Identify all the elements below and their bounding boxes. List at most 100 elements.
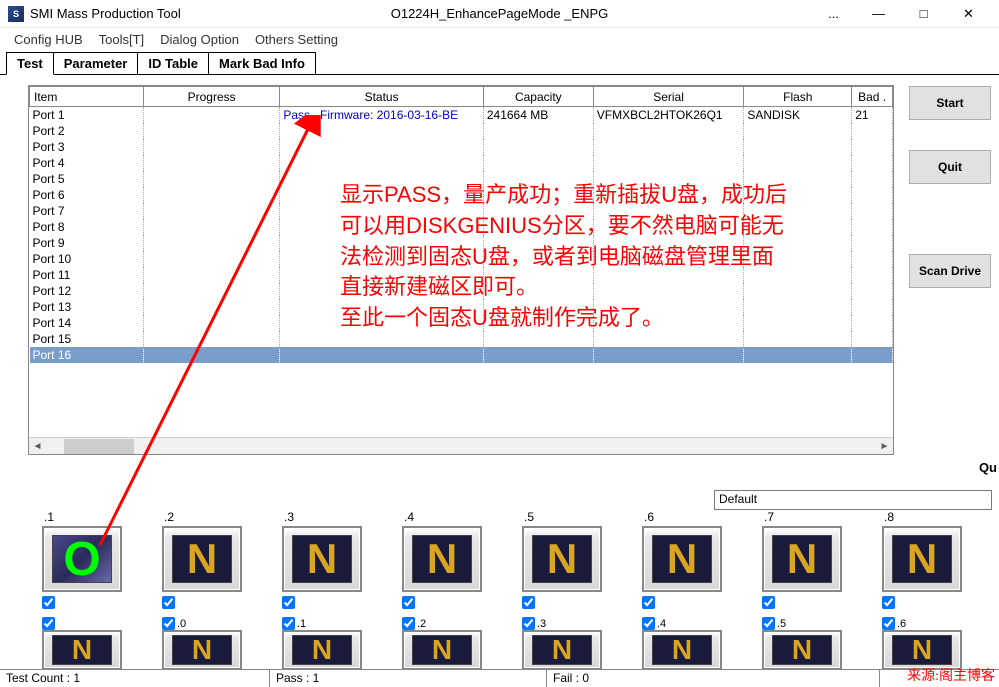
slot-checkbox[interactable]	[162, 617, 175, 630]
port-slot[interactable]: .1O	[42, 510, 138, 609]
col-progress[interactable]: Progress	[143, 87, 279, 107]
slot-panel[interactable]: N	[642, 526, 722, 592]
slot-letter: N	[912, 634, 932, 666]
cell-bad	[852, 139, 893, 155]
cell-item: Port 13	[30, 299, 144, 315]
dots-button[interactable]: ...	[811, 0, 856, 28]
slot-panel[interactable]: O	[42, 526, 122, 592]
slot-checkbox[interactable]	[762, 596, 775, 609]
slot-panel[interactable]: N	[522, 526, 602, 592]
port-slot[interactable]: .4N	[402, 510, 498, 609]
tab-mark-bad-info[interactable]: Mark Bad Info	[209, 52, 316, 74]
slot-checkbox[interactable]	[402, 596, 415, 609]
slot-checkbox[interactable]	[402, 617, 415, 630]
slot-panel[interactable]: N	[882, 630, 962, 670]
slot-checkbox-row	[522, 596, 537, 609]
menu-tools[interactable]: Tools[T]	[91, 32, 153, 47]
scroll-right-icon[interactable]: ►	[876, 438, 893, 455]
slot-checkbox[interactable]	[282, 596, 295, 609]
slot-panel[interactable]: N	[282, 630, 362, 670]
slot-panel[interactable]: N	[282, 526, 362, 592]
tab-test[interactable]: Test	[6, 52, 54, 75]
slot-panel[interactable]: N	[402, 630, 482, 670]
maximize-button[interactable]: □	[901, 0, 946, 28]
col-status[interactable]: Status	[280, 87, 484, 107]
slot-panel[interactable]: N	[642, 630, 722, 670]
col-serial[interactable]: Serial	[593, 87, 744, 107]
slot-panel[interactable]: N	[762, 526, 842, 592]
port-slot[interactable]: .6N	[882, 613, 978, 670]
qu-label: Qu	[979, 460, 997, 475]
scroll-thumb[interactable]	[64, 439, 134, 454]
slot-checkbox[interactable]	[642, 596, 655, 609]
cell-item: Port 7	[30, 203, 144, 219]
slot-panel[interactable]: N	[402, 526, 482, 592]
col-flash[interactable]: Flash	[744, 87, 852, 107]
app-icon: S	[8, 6, 24, 22]
slot-checkbox-row: .1	[282, 617, 306, 630]
port-slot[interactable]: .1N	[282, 613, 378, 670]
col-item[interactable]: Item	[30, 87, 144, 107]
slot-panel[interactable]: N	[162, 630, 242, 670]
slot-checkbox[interactable]	[522, 596, 535, 609]
port-slot[interactable]: .7N	[762, 510, 858, 609]
table-row[interactable]: Port 2	[30, 123, 893, 139]
start-button[interactable]: Start	[909, 86, 991, 120]
slot-checkbox-row: .5	[762, 617, 786, 630]
port-slot[interactable]: .6N	[642, 510, 738, 609]
port-slot[interactable]: .5N	[762, 613, 858, 670]
port-slot[interactable]: .4N	[642, 613, 738, 670]
col-bad[interactable]: Bad .	[852, 87, 893, 107]
slot-checkbox[interactable]	[762, 617, 775, 630]
port-slot[interactable]: .3N	[282, 510, 378, 609]
tab-id-table[interactable]: ID Table	[138, 52, 209, 74]
cell-bad	[852, 315, 893, 331]
slot-checkbox[interactable]	[882, 596, 895, 609]
minimize-button[interactable]: —	[856, 0, 901, 28]
cell-bad	[852, 267, 893, 283]
status-fail: Fail : 0	[547, 670, 880, 687]
scan-drive-button[interactable]: Scan Drive	[909, 254, 991, 288]
cell-serial	[593, 347, 744, 363]
close-button[interactable]: ✕	[946, 0, 991, 28]
table-row[interactable]: Port 16	[30, 347, 893, 363]
table-row[interactable]: Port 4	[30, 155, 893, 171]
menu-others-setting[interactable]: Others Setting	[247, 32, 346, 47]
port-slot[interactable]: .3N	[522, 613, 618, 670]
slot-checkbox[interactable]	[642, 617, 655, 630]
slot-panel[interactable]: N	[882, 526, 962, 592]
slot-panel[interactable]: N	[522, 630, 602, 670]
slot-panel[interactable]: N	[42, 630, 122, 670]
slot-panel[interactable]: N	[162, 526, 242, 592]
cell-progress	[143, 235, 279, 251]
menu-config-hub[interactable]: Config HUB	[6, 32, 91, 47]
cell-progress	[143, 251, 279, 267]
slot-checkbox[interactable]	[42, 596, 55, 609]
slot-checkbox[interactable]	[162, 596, 175, 609]
cell-item: Port 11	[30, 267, 144, 283]
quit-button[interactable]: Quit	[909, 150, 991, 184]
port-slot[interactable]: .0N	[162, 613, 258, 670]
scroll-left-icon[interactable]: ◄	[29, 438, 46, 455]
slot-checkbox[interactable]	[882, 617, 895, 630]
tab-parameter[interactable]: Parameter	[54, 52, 139, 74]
default-input[interactable]: Default	[714, 490, 992, 510]
port-slot[interactable]: .2 N	[162, 510, 258, 609]
cell-item: Port 14	[30, 315, 144, 331]
slot-checkbox[interactable]	[282, 617, 295, 630]
slot-label: .2	[162, 510, 174, 524]
port-slot[interactable]: .8N	[882, 510, 978, 609]
table-row[interactable]: Port 3	[30, 139, 893, 155]
col-capacity[interactable]: Capacity	[483, 87, 593, 107]
port-slot[interactable]: .2N	[402, 613, 498, 670]
slot-checkbox[interactable]	[42, 617, 55, 630]
port-slot[interactable]: .5N	[522, 510, 618, 609]
menu-dialog-option[interactable]: Dialog Option	[152, 32, 247, 47]
slot-checkbox[interactable]	[522, 617, 535, 630]
slot-panel[interactable]: N	[762, 630, 842, 670]
table-row[interactable]: Port 1Pass Firmware: 2016-03-16-BE241664…	[30, 107, 893, 124]
horizontal-scrollbar[interactable]: ◄ ►	[29, 437, 893, 454]
slot-chk-label: .3	[537, 618, 546, 630]
cell-flash	[744, 347, 852, 363]
port-slot[interactable]: N	[42, 613, 138, 670]
